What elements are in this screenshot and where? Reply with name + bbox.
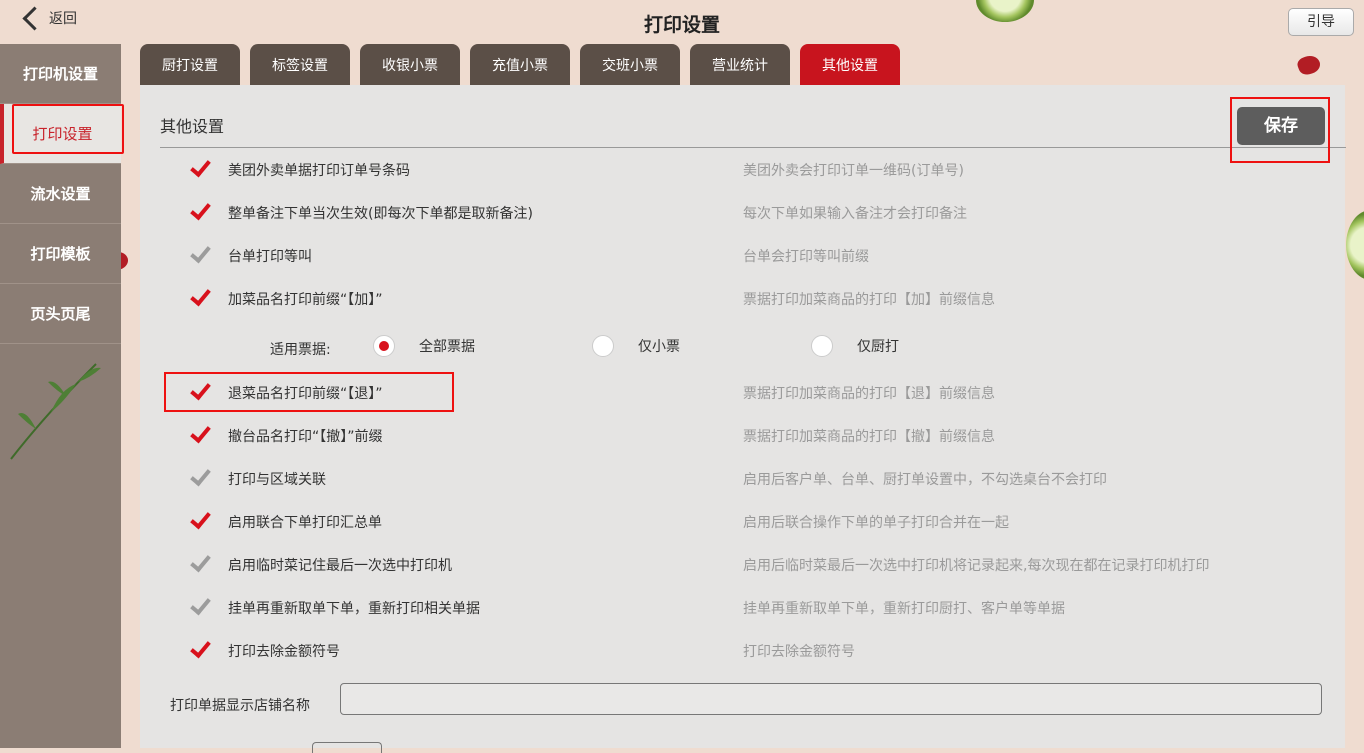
tab-shift-receipt[interactable]: 交班小票	[580, 44, 680, 85]
store-name-label: 打印单据显示店铺名称	[170, 698, 310, 714]
option-add-prefix[interactable]: 加菜品名打印前缀“【加】” 票据打印加菜商品的打印【加】前缀信息	[185, 284, 1325, 314]
option-label: 加菜品名打印前缀“【加】”	[228, 292, 383, 308]
option-no-currency-symbol[interactable]: 打印去除金额符号 打印去除金额符号	[185, 636, 1325, 666]
radio-dot-icon	[592, 335, 614, 357]
option-order-remark[interactable]: 整单备注下单当次生效(即每次下单都是取新备注) 每次下单如果输入备注才会打印备注	[185, 198, 1325, 228]
option-description: 票据打印加菜商品的打印【退】前缀信息	[743, 386, 995, 402]
option-label: 台单打印等叫	[228, 249, 312, 265]
settings-tabs: 厨打设置 标签设置 收银小票 充值小票 交班小票 营业统计 其他设置	[140, 44, 910, 85]
store-name-input[interactable]	[340, 683, 1322, 715]
ticket-scope-group: 适用票据: 全部票据 仅小票 仅厨打	[270, 335, 1170, 363]
option-description: 打印去除金额符号	[743, 644, 855, 660]
page-title: 打印设置	[643, 14, 720, 36]
divider	[160, 147, 1346, 148]
option-table-wait-call[interactable]: 台单打印等叫 台单会打印等叫前缀	[185, 241, 1325, 271]
tab-kitchen-print[interactable]: 厨打设置	[140, 44, 240, 85]
option-description: 票据打印加菜商品的打印【加】前缀信息	[743, 292, 995, 308]
cucumber-decoration	[1346, 210, 1364, 280]
sidebar-item-print-settings[interactable]: 打印设置	[0, 104, 124, 164]
radio-kitchen-only[interactable]: 仅厨打	[811, 335, 899, 357]
option-description: 启用后临时菜最后一次选中打印机将记录起来,每次现在都在记录打印机打印	[743, 558, 1210, 574]
option-description: 启用后客户单、台单、厨打单设置中，不勾选桌台不会打印	[743, 472, 1107, 488]
herb-decoration-icon	[10, 363, 101, 460]
sidebar-item-header-footer[interactable]: 页头页尾	[0, 284, 121, 344]
option-meituan-barcode[interactable]: 美团外卖单据打印订单号条码 美团外卖会打印订单一维码(订单号)	[185, 155, 1325, 185]
pepper-decoration	[1295, 52, 1323, 78]
highlight-box	[12, 104, 124, 154]
radio-label: 全部票据	[419, 339, 475, 355]
option-reprint-held-order[interactable]: 挂单再重新取单下单，重新打印相关单据 挂单再重新取单下单，重新打印厨打、客户单等…	[185, 593, 1325, 623]
settings-panel: 其他设置 保存 美团外卖单据打印订单号条码 美团外卖会打印订单一维码(订单号) …	[140, 85, 1346, 753]
guide-button[interactable]: 引导	[1288, 8, 1354, 36]
checkmark-icon	[191, 159, 203, 177]
panel-title: 其他设置	[160, 117, 225, 136]
save-button[interactable]: 保存	[1237, 107, 1325, 145]
option-temp-dish-printer[interactable]: 启用临时菜记住最后一次选中打印机 启用后临时菜最后一次选中打印机将记录起来,每次…	[185, 550, 1325, 580]
checkmark-icon	[191, 245, 203, 263]
tab-label-settings[interactable]: 标签设置	[250, 44, 350, 85]
tab-business-stats[interactable]: 营业统计	[690, 44, 790, 85]
checkmark-icon	[191, 425, 203, 443]
sidebar-item-printer-settings[interactable]: 打印机设置	[0, 44, 121, 104]
sidebar-item-print-templates[interactable]: 打印模板	[0, 224, 121, 284]
checkmark-icon	[191, 202, 203, 220]
tab-other-settings[interactable]: 其他设置	[800, 44, 900, 85]
option-description: 挂单再重新取单下单，重新打印厨打、客户单等单据	[743, 601, 1065, 617]
option-label: 整单备注下单当次生效(即每次下单都是取新备注)	[228, 206, 533, 222]
option-return-prefix[interactable]: 退菜品名打印前缀“【退】” 票据打印加菜商品的打印【退】前缀信息	[185, 378, 1325, 408]
option-label: 打印去除金额符号	[228, 644, 340, 660]
checkmark-icon	[191, 554, 203, 572]
option-area-link[interactable]: 打印与区域关联 启用后客户单、台单、厨打单设置中，不勾选桌台不会打印	[185, 464, 1325, 494]
option-description: 启用后联合操作下单的单子打印合并在一起	[743, 515, 1009, 531]
checkmark-icon	[191, 511, 203, 529]
option-label: 美团外卖单据打印订单号条码	[228, 163, 410, 179]
sidebar-item-label: 打印机设置	[22, 65, 98, 83]
option-cancel-prefix[interactable]: 撤台品名打印“【撤】”前缀 票据打印加菜商品的打印【撤】前缀信息	[185, 421, 1325, 451]
tab-recharge-receipt[interactable]: 充值小票	[470, 44, 570, 85]
option-description: 每次下单如果输入备注才会打印备注	[743, 206, 967, 222]
radio-receipt-only[interactable]: 仅小票	[592, 335, 680, 357]
radio-label: 仅小票	[638, 339, 680, 355]
sidebar-item-label: 流水设置	[30, 185, 91, 203]
sidebar-item-label: 页头页尾	[30, 305, 91, 323]
radio-label: 仅厨打	[857, 339, 899, 355]
checkmark-icon	[191, 382, 203, 400]
checkmark-icon	[191, 288, 203, 306]
option-label: 挂单再重新取单下单，重新打印相关单据	[228, 601, 480, 617]
option-description: 台单会打印等叫前缀	[743, 249, 869, 265]
checkmark-icon	[191, 640, 203, 658]
option-label: 启用联合下单打印汇总单	[228, 515, 382, 531]
option-label: 退菜品名打印前缀“【退】”	[228, 386, 383, 402]
radio-dot-icon	[373, 335, 395, 357]
option-label: 打印与区域关联	[228, 472, 326, 488]
sidebar-item-flow-settings[interactable]: 流水设置	[0, 164, 121, 224]
header-bar: 返回 打印设置 引导	[0, 0, 1364, 44]
tab-cashier-receipt[interactable]: 收银小票	[360, 44, 460, 85]
option-label: 撤台品名打印“【撤】”前缀	[228, 429, 383, 445]
checkmark-icon	[191, 597, 203, 615]
radio-all-tickets[interactable]: 全部票据	[373, 335, 475, 357]
option-joint-summary[interactable]: 启用联合下单打印汇总单 启用后联合操作下单的单子打印合并在一起	[185, 507, 1325, 537]
sidebar: 打印机设置 打印设置 流水设置 打印模板 页头页尾	[0, 44, 124, 748]
radio-dot-icon	[811, 335, 833, 357]
sidebar-item-label: 打印模板	[30, 245, 91, 263]
option-description: 票据打印加菜商品的打印【撤】前缀信息	[743, 429, 995, 445]
option-description: 美团外卖会打印订单一维码(订单号)	[743, 163, 964, 179]
checkmark-icon	[191, 468, 203, 486]
option-label: 启用临时菜记住最后一次选中打印机	[228, 558, 452, 574]
ticket-scope-label: 适用票据:	[270, 342, 331, 358]
